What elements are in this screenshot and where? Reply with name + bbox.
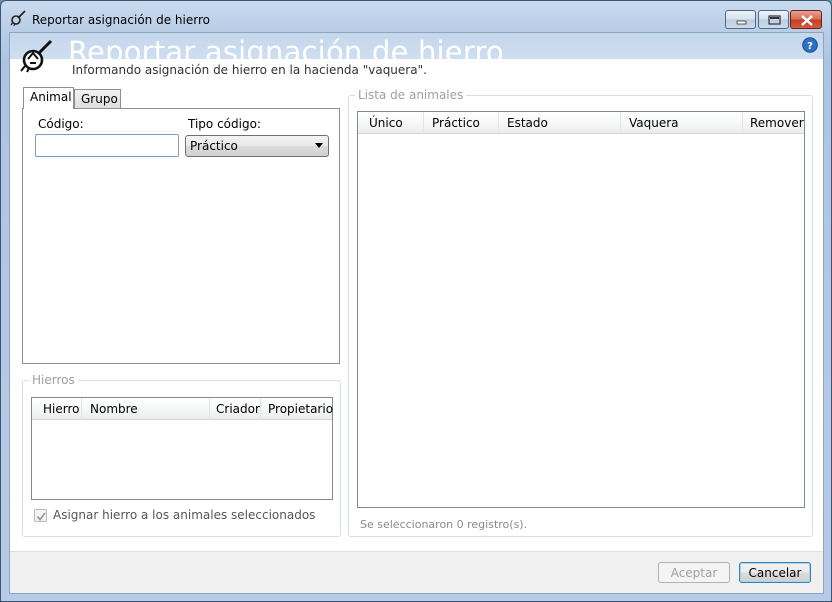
minimize-button[interactable] xyxy=(725,10,756,29)
asignar-hierro-checkbox[interactable] xyxy=(34,509,47,522)
dialog-client-area: Reportar asignación de hierro ? Informan… xyxy=(9,32,824,594)
column-header-unico[interactable]: Único xyxy=(358,112,424,134)
selection-status: Se seleccionaron 0 registro(s). xyxy=(360,518,528,531)
title-bar[interactable]: Reportar asignación de hierro xyxy=(1,1,831,33)
dialog-footer: Aceptar Cancelar xyxy=(10,551,823,593)
chevron-down-icon xyxy=(315,143,323,148)
lista-animales-groupbox: Lista de animales Único Práctico Estado … xyxy=(348,88,813,537)
tipo-codigo-label: Tipo código: xyxy=(188,117,261,131)
column-header-nombre[interactable]: Nombre xyxy=(82,398,210,420)
tipo-codigo-select[interactable]: Práctico xyxy=(185,135,329,157)
column-header-estado[interactable]: Estado xyxy=(499,112,621,134)
asignar-hierro-label: Asignar hierro a los animales selecciona… xyxy=(53,508,316,522)
branding-iron-icon xyxy=(20,39,53,73)
column-header-vaquera[interactable]: Vaquera xyxy=(621,112,743,134)
column-header-hierro[interactable]: Hierro xyxy=(32,398,82,420)
codigo-label: Código: xyxy=(38,117,84,131)
tipo-codigo-value: Práctico xyxy=(190,139,238,153)
close-icon xyxy=(801,15,813,26)
window-title: Reportar asignación de hierro xyxy=(32,13,210,27)
svg-text:?: ? xyxy=(807,41,813,52)
lista-animales-legend: Lista de animales xyxy=(355,88,467,102)
checkmark-icon xyxy=(36,512,46,521)
column-header-propietario[interactable]: Propietario xyxy=(261,398,333,420)
branding-iron-icon xyxy=(10,10,26,26)
aceptar-label: Aceptar xyxy=(670,566,718,580)
animales-list[interactable]: Único Práctico Estado Vaquera Remover xyxy=(357,111,805,508)
help-icon[interactable]: ? xyxy=(802,37,818,53)
hierros-list[interactable]: Hierro Nombre Criador Propietario xyxy=(31,397,333,500)
minimize-icon xyxy=(736,20,747,25)
page-subtitle: Informando asignación de hierro en la ha… xyxy=(72,63,427,77)
tab-label: Animal xyxy=(30,90,72,104)
column-header-remover[interactable]: Remover xyxy=(743,112,804,134)
animales-list-header: Único Práctico Estado Vaquera Remover xyxy=(358,112,804,134)
codigo-input[interactable] xyxy=(35,134,179,157)
aceptar-button[interactable]: Aceptar xyxy=(658,562,730,583)
close-button[interactable] xyxy=(790,10,822,29)
column-header-practico[interactable]: Práctico xyxy=(424,112,499,134)
hierros-legend: Hierros xyxy=(29,373,78,387)
tab-animal[interactable]: Animal xyxy=(23,87,74,109)
maximize-button[interactable] xyxy=(758,10,789,29)
hierros-list-header: Hierro Nombre Criador Propietario xyxy=(32,398,333,420)
column-header-criador[interactable]: Criador xyxy=(210,398,261,420)
cancelar-button[interactable]: Cancelar xyxy=(739,562,811,583)
animal-tab-panel: Código: Tipo código: Práctico xyxy=(22,108,340,364)
maximize-icon xyxy=(768,15,781,25)
tab-label: Grupo xyxy=(81,92,118,106)
dialog-window: Reportar asignación de hierro Reportar a… xyxy=(0,0,832,602)
cancelar-label: Cancelar xyxy=(748,566,802,580)
hierros-groupbox: Hierros Hierro Nombre Criador Propietari… xyxy=(22,373,341,537)
tab-grupo[interactable]: Grupo xyxy=(74,89,121,110)
